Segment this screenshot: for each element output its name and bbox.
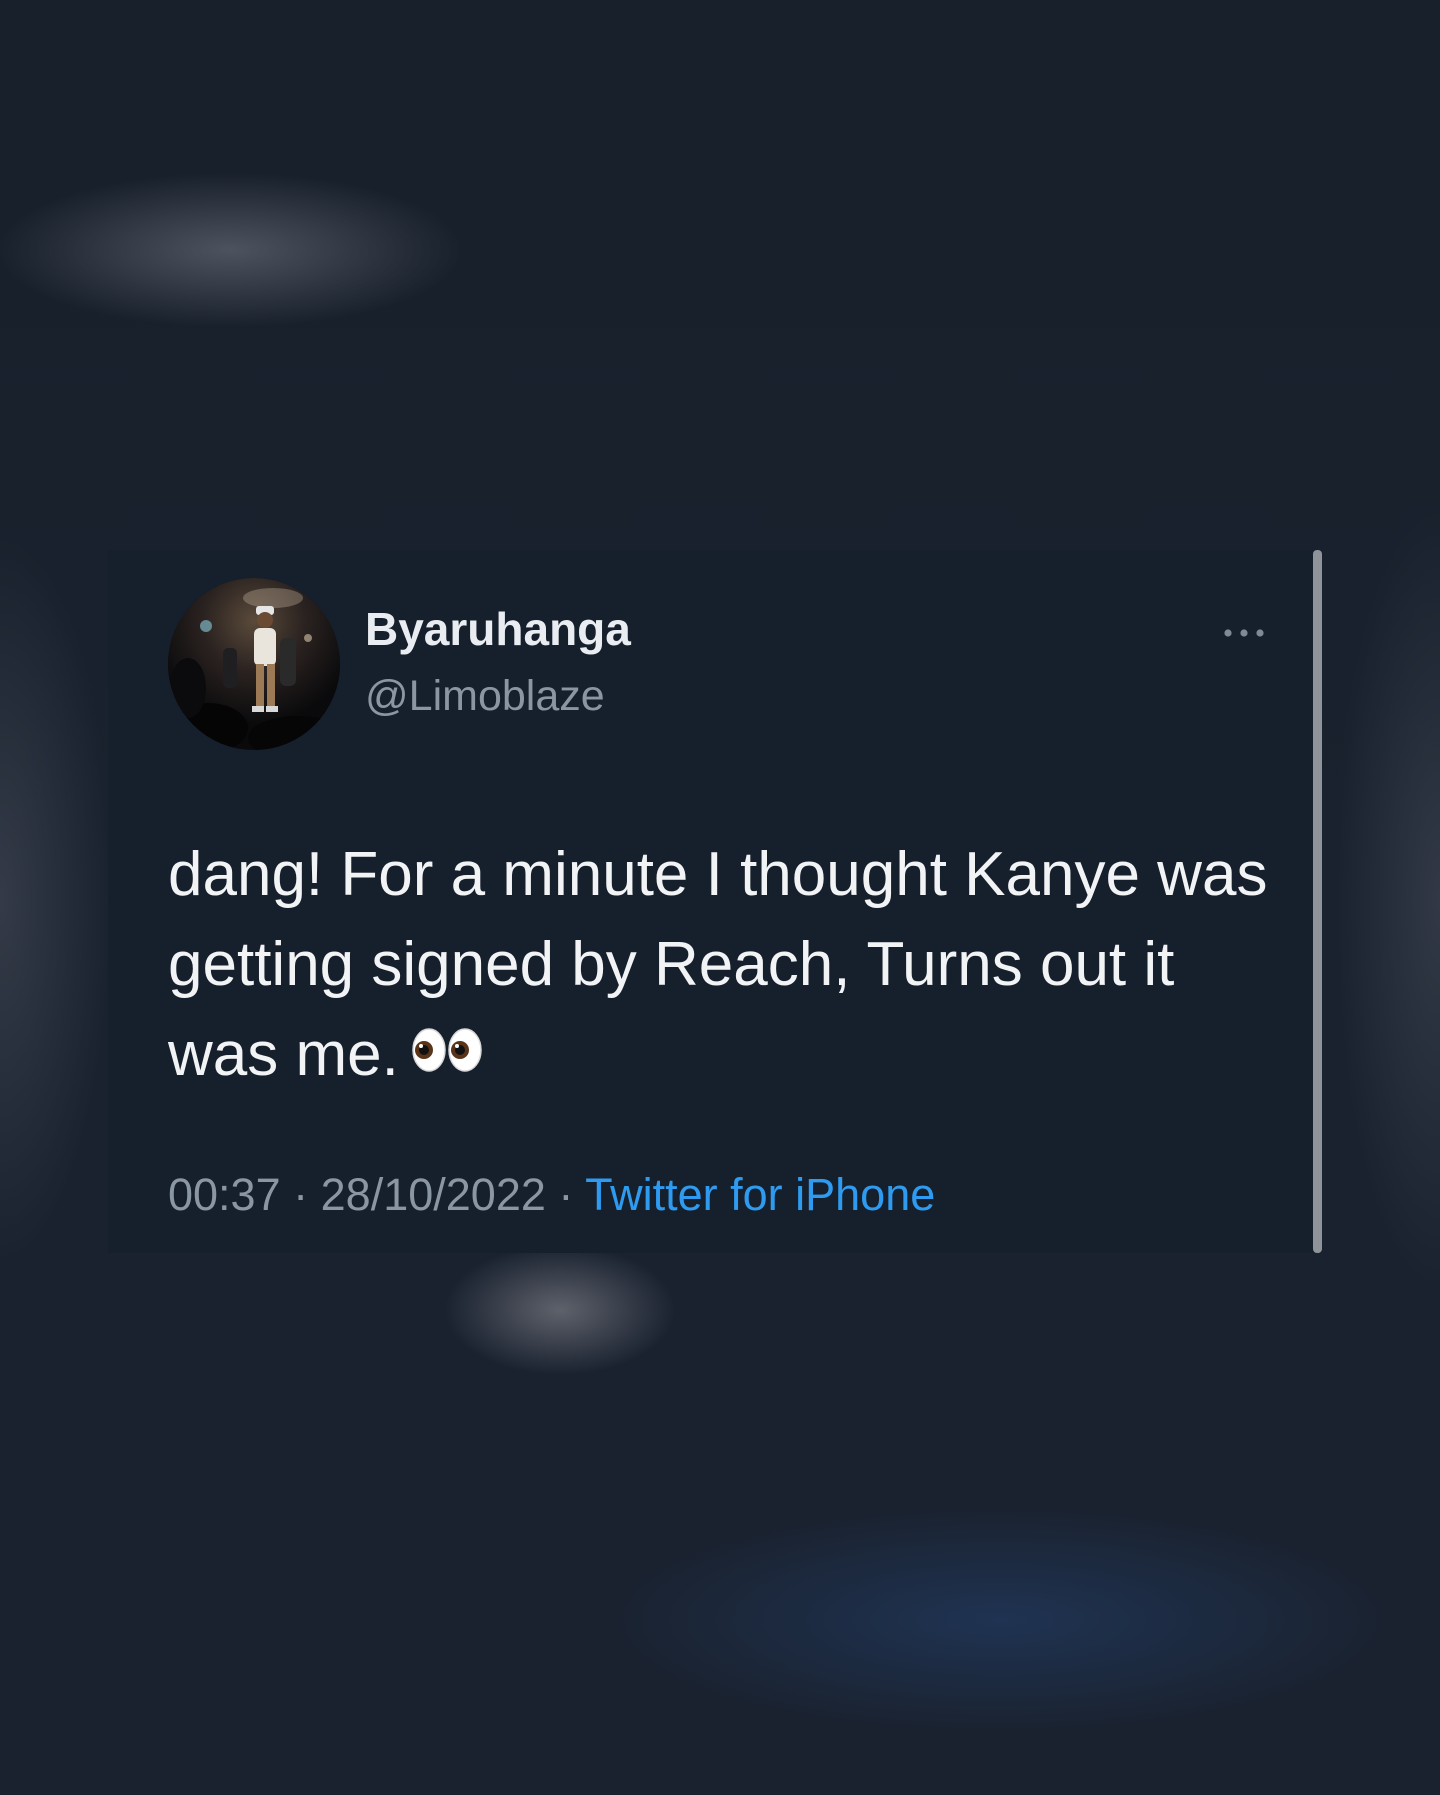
user-handle[interactable]: @Limoblaze	[365, 675, 605, 718]
eyes-emoji-icon	[411, 1008, 483, 1098]
tweet-date[interactable]: 28/10/2022	[321, 1169, 546, 1220]
meta-separator: ·	[293, 1169, 309, 1220]
meta-separator: ·	[558, 1169, 574, 1220]
more-options-button[interactable]	[1218, 618, 1270, 648]
avatar-concert-photo	[168, 578, 340, 750]
tweet-text: dang! For a minute I thought Kanye was g…	[168, 840, 1268, 1089]
avatar[interactable]	[168, 578, 340, 750]
tweet-body: dang! For a minute I thought Kanye was g…	[168, 830, 1278, 1104]
ellipsis-icon	[1224, 629, 1264, 637]
tweet-source-link[interactable]: Twitter for iPhone	[585, 1169, 935, 1220]
display-name[interactable]: Byaruhanga	[365, 606, 631, 652]
tweet-meta: 00:37 · 28/10/2022 · Twitter for iPhone	[168, 1172, 935, 1217]
scrollbar[interactable]	[1313, 550, 1322, 1253]
tweet-time[interactable]: 00:37	[168, 1169, 281, 1220]
